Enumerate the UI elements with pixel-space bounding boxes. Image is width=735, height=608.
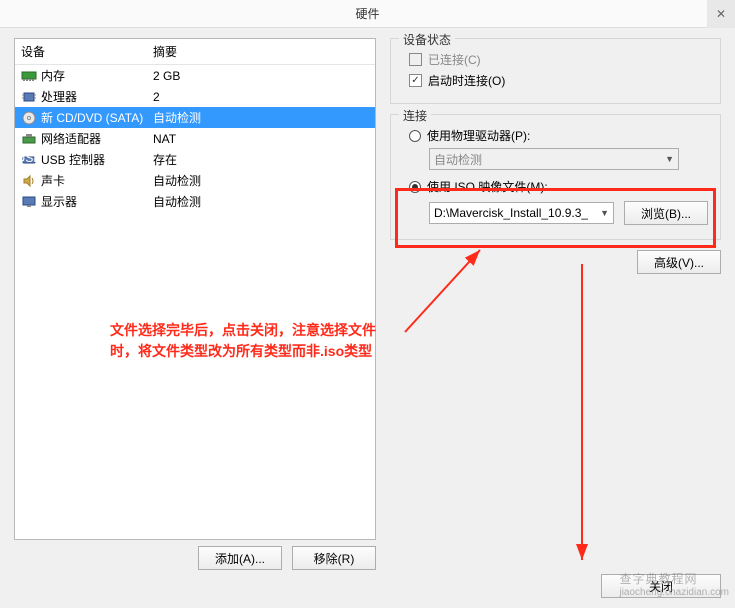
- device-status-group: 设备状态 已连接(C) ✓ 启动时连接(O): [390, 38, 721, 104]
- chevron-down-icon: ▼: [665, 154, 674, 164]
- hardware-row-summary: 自动检测: [153, 172, 369, 189]
- connection-group: 连接 使用物理驱动器(P): 自动检测 ▼ 使用 ISO 映像文件(M): D:…: [390, 114, 721, 240]
- hardware-row[interactable]: 网络适配器 NAT: [15, 128, 375, 149]
- use-iso-file-radio[interactable]: [409, 181, 421, 193]
- svg-text:USB: USB: [21, 153, 37, 165]
- hardware-row[interactable]: 内存 2 GB: [15, 65, 375, 86]
- hardware-row[interactable]: 声卡 自动检测: [15, 170, 375, 191]
- hardware-list-header: 设备 摘要: [15, 39, 375, 65]
- network-icon: [21, 132, 37, 146]
- device-status-legend: 设备状态: [399, 31, 455, 48]
- hardware-row[interactable]: 显示器 自动检测: [15, 191, 375, 212]
- header-device: 设备: [21, 43, 153, 60]
- connect-at-power-on-label: 启动时连接(O): [428, 72, 505, 89]
- chevron-down-icon: ▼: [600, 208, 609, 218]
- advanced-button[interactable]: 高级(V)...: [637, 250, 721, 274]
- connect-at-power-on-checkbox[interactable]: ✓: [409, 74, 422, 87]
- hardware-list[interactable]: 设备 摘要 内存2 GB处理器2新 CD/DVD (SATA)自动检测网络适配器…: [14, 38, 376, 540]
- hardware-row[interactable]: 新 CD/DVD (SATA) 自动检测: [15, 107, 375, 128]
- use-physical-drive-label: 使用物理驱动器(P):: [427, 127, 530, 144]
- hardware-row[interactable]: USB USB 控制器 存在: [15, 149, 375, 170]
- display-icon: [21, 195, 37, 209]
- hardware-row[interactable]: 处理器 2: [15, 86, 375, 107]
- physical-drive-combo: 自动检测 ▼: [429, 148, 679, 170]
- title-bar: 硬件 ✕: [0, 0, 735, 28]
- connection-legend: 连接: [399, 107, 431, 124]
- connected-label: 已连接(C): [428, 51, 481, 68]
- hardware-row-summary: 2 GB: [153, 69, 369, 83]
- hardware-row-name: 内存: [41, 67, 65, 84]
- hardware-row-summary: 自动检测: [153, 193, 369, 210]
- header-summary: 摘要: [153, 43, 369, 60]
- hardware-row-summary: NAT: [153, 132, 369, 146]
- hardware-row-name: 显示器: [41, 193, 77, 210]
- iso-path-combo[interactable]: D:\Mavercisk_Install_10.9.3_ ▼: [429, 202, 614, 224]
- hardware-row-name: 声卡: [41, 172, 65, 189]
- hardware-row-name: 新 CD/DVD (SATA): [41, 109, 143, 126]
- cpu-icon: [21, 90, 37, 104]
- close-icon: ✕: [716, 7, 726, 21]
- sound-icon: [21, 174, 37, 188]
- add-button[interactable]: 添加(A)...: [198, 546, 282, 570]
- remove-button[interactable]: 移除(R): [292, 546, 376, 570]
- browse-button[interactable]: 浏览(B)...: [624, 201, 708, 225]
- use-iso-file-label: 使用 ISO 映像文件(M):: [427, 178, 548, 195]
- physical-drive-value: 自动检测: [434, 151, 482, 168]
- hardware-row-name: USB 控制器: [41, 151, 105, 168]
- cd-icon: [21, 111, 37, 125]
- hardware-row-name: 处理器: [41, 88, 77, 105]
- memory-icon: [21, 69, 37, 83]
- window-title: 硬件: [355, 5, 379, 22]
- close-button[interactable]: 关闭: [601, 574, 721, 598]
- hardware-row-summary: 自动检测: [153, 109, 369, 126]
- hardware-row-name: 网络适配器: [41, 130, 101, 147]
- use-physical-drive-radio[interactable]: [409, 130, 421, 142]
- iso-path-value: D:\Mavercisk_Install_10.9.3_: [434, 206, 588, 220]
- hardware-row-summary: 2: [153, 90, 369, 104]
- usb-icon: USB: [21, 153, 37, 167]
- hardware-row-summary: 存在: [153, 151, 369, 168]
- window-close-button[interactable]: ✕: [707, 0, 735, 28]
- connected-checkbox: [409, 53, 422, 66]
